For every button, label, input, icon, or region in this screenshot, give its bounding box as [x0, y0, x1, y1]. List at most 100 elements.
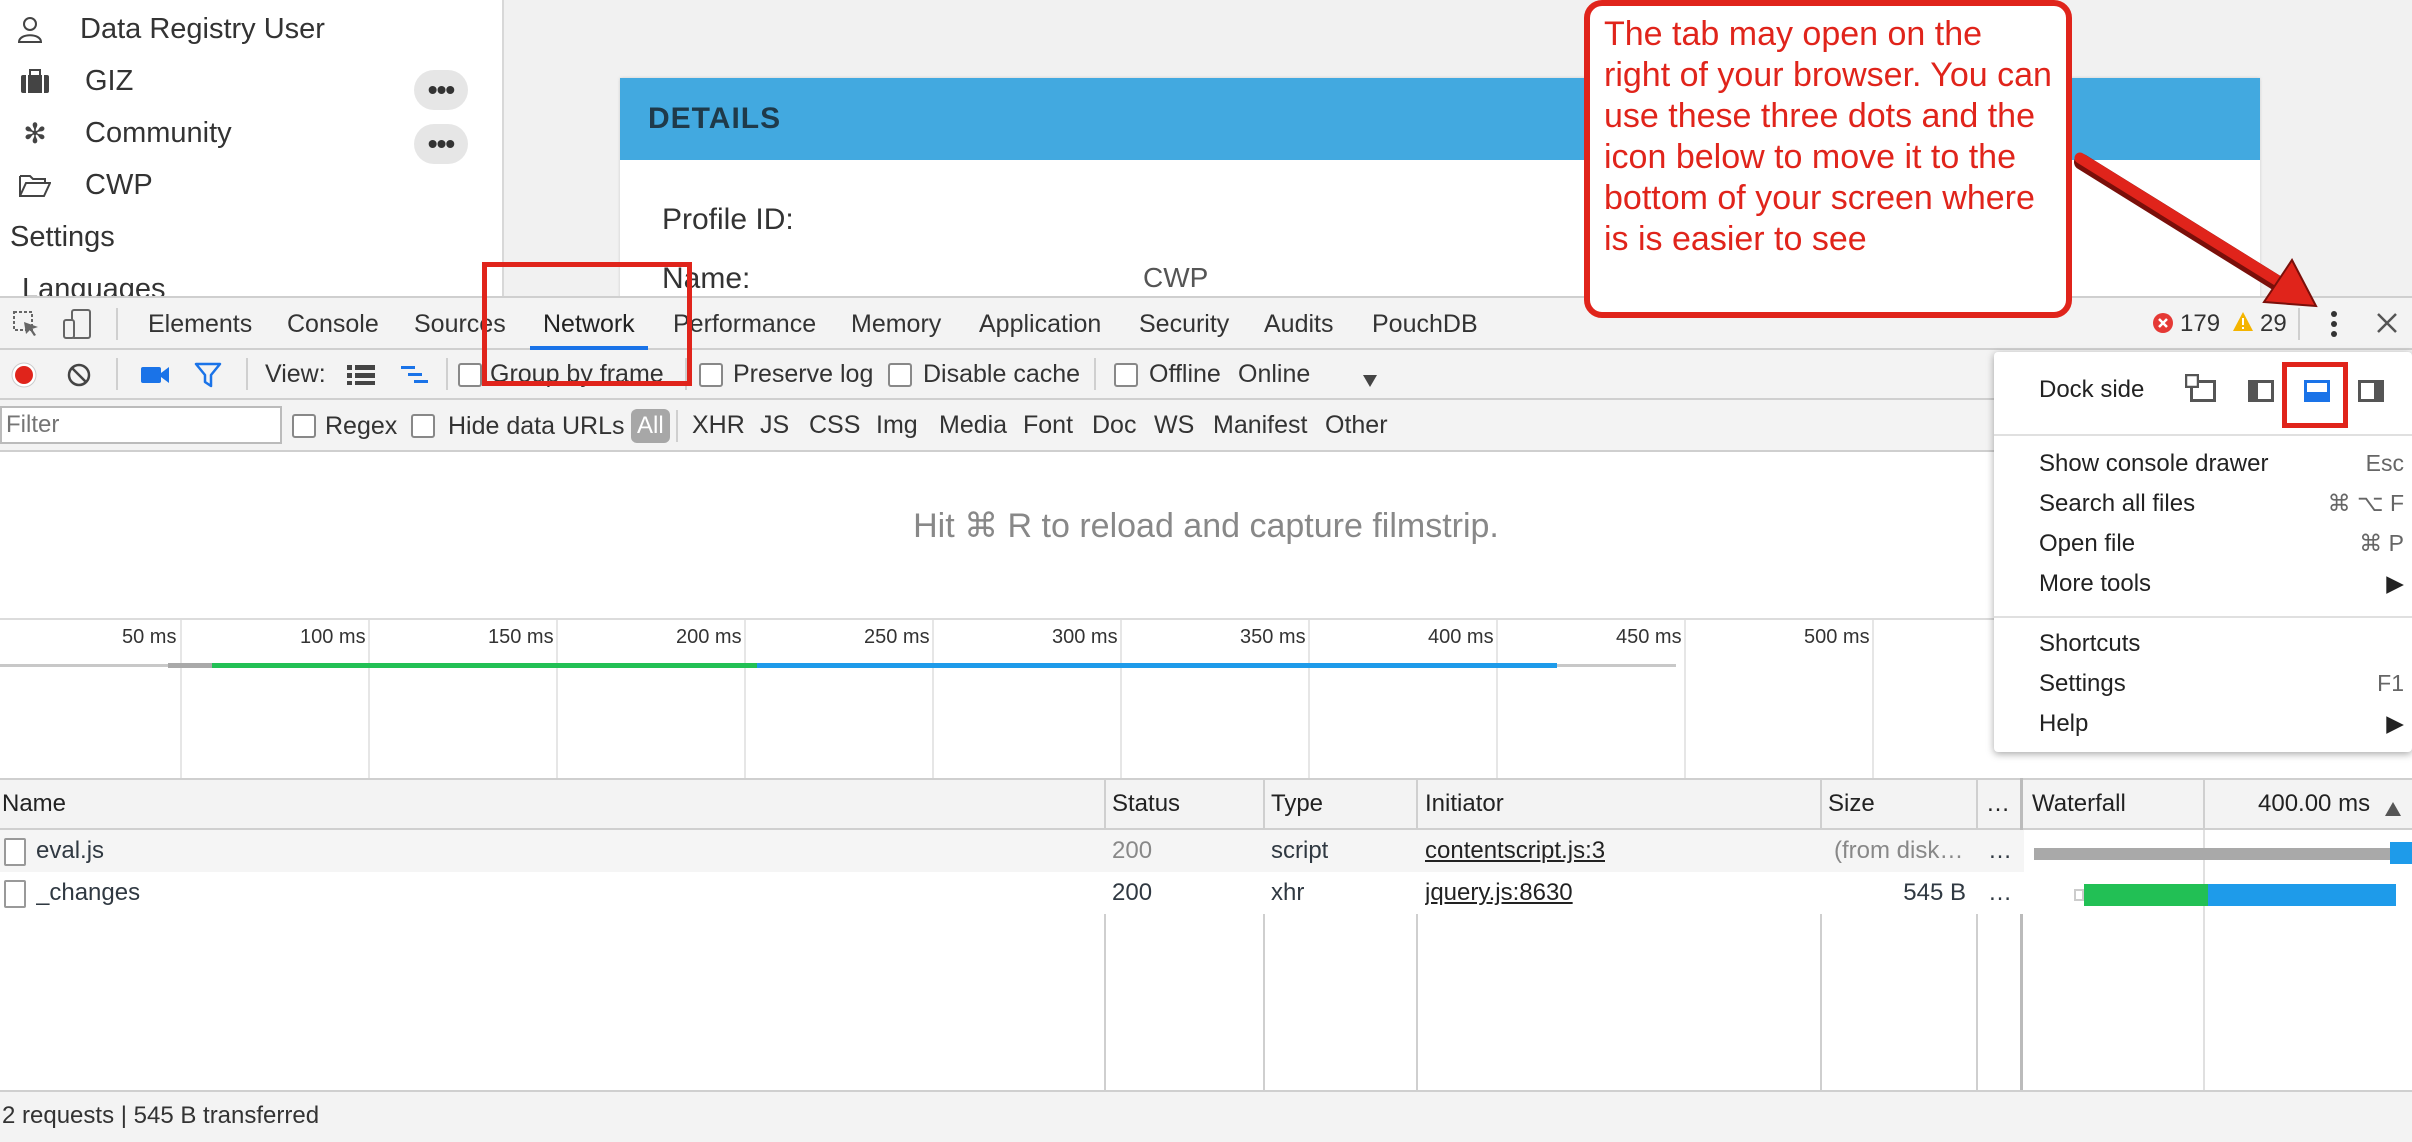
sidebar-item-data-registry-user[interactable]: Data Registry User: [10, 4, 325, 54]
regex-checkbox[interactable]: [292, 414, 316, 438]
overview-gridline: [1308, 620, 1310, 778]
overview-tick: 250 ms: [864, 626, 930, 648]
type-filter-doc[interactable]: Doc: [1092, 400, 1136, 450]
overview-bar-queue: [168, 663, 212, 668]
request-size: 545 B: [1903, 879, 1966, 906]
filter-funnel-icon[interactable]: [194, 362, 222, 395]
column-waterfall[interactable]: Waterfall: [2032, 780, 2126, 828]
tab-security[interactable]: Security: [1139, 298, 1229, 350]
record-icon[interactable]: [11, 362, 37, 395]
type-filter-img[interactable]: Img: [876, 400, 918, 450]
column-size[interactable]: Size: [1828, 780, 1875, 828]
toolbar-separator: [116, 358, 118, 390]
disable-cache-label: Disable cache: [923, 360, 1081, 388]
inspect-element-icon[interactable]: [12, 310, 40, 343]
community-more-button[interactable]: •••: [414, 124, 468, 164]
table-row[interactable]: eval.js 200 script contentscript.js:3 (f…: [0, 830, 2024, 872]
clear-icon[interactable]: [66, 362, 92, 395]
request-status: 200: [1112, 837, 1153, 864]
request-initiator-link[interactable]: contentscript.js:3: [1425, 830, 1605, 872]
tab-memory[interactable]: Memory: [851, 298, 941, 350]
throttling-select[interactable]: Online: [1238, 350, 1310, 398]
group-by-frame-checkbox[interactable]: [458, 363, 482, 387]
request-initiator-link[interactable]: jquery.js:8630: [1425, 872, 1573, 914]
tab-audits[interactable]: Audits: [1264, 298, 1333, 350]
annotation-callout: The tab may open on the right of your br…: [1584, 0, 2072, 318]
tab-application[interactable]: Application: [979, 298, 1101, 350]
waterfall-header-divider: [2203, 778, 2205, 830]
xhr-file-icon: [4, 880, 26, 908]
sidebar-item-giz[interactable]: GIZ: [15, 56, 133, 106]
briefcase-icon: [15, 68, 55, 94]
menu-item-open-file[interactable]: Open file: [2039, 530, 2135, 558]
column-initiator[interactable]: Initiator: [1425, 780, 1504, 828]
large-rows-icon[interactable]: [346, 364, 376, 393]
type-filter-manifest[interactable]: Manifest: [1213, 400, 1307, 450]
column-divider: [1976, 778, 1978, 1090]
type-filter-font[interactable]: Font: [1023, 400, 1073, 450]
sidebar-settings[interactable]: Settings: [10, 212, 115, 262]
shortcut-settings: F1: [2377, 670, 2404, 696]
column-divider: [1820, 778, 1822, 1090]
type-filter-media[interactable]: Media: [939, 400, 1007, 450]
column-status[interactable]: Status: [1112, 780, 1180, 828]
menu-item-show-console-drawer[interactable]: Show console drawer: [2039, 450, 2268, 478]
type-filter-js[interactable]: JS: [760, 400, 789, 450]
type-filter-other[interactable]: Other: [1325, 400, 1388, 450]
menu-item-search-all-files[interactable]: Search all files: [2039, 490, 2195, 518]
overview-bar-waiting: [212, 663, 757, 668]
menu-item-help[interactable]: Help: [2039, 710, 2088, 738]
type-filter-all[interactable]: All: [631, 409, 670, 443]
toolbar-separator: [1094, 358, 1096, 390]
chevron-down-icon[interactable]: [1362, 366, 1378, 395]
preserve-log-label: Preserve log: [733, 360, 874, 388]
annotation-arrow: [2074, 152, 2318, 308]
tab-console[interactable]: Console: [287, 298, 379, 350]
filter-separator: [676, 410, 678, 442]
menu-item-more-tools[interactable]: More tools: [2039, 570, 2151, 598]
column-type[interactable]: Type: [1271, 780, 1323, 828]
overview-gridline: [744, 620, 746, 778]
overview-tick: 350 ms: [1240, 626, 1306, 648]
waterfall-view-icon[interactable]: [400, 364, 430, 393]
column-more[interactable]: …: [1986, 780, 2010, 828]
request-type: xhr: [1271, 879, 1305, 906]
sidebar-languages[interactable]: Languages: [22, 264, 166, 297]
type-filter-css[interactable]: CSS: [809, 400, 860, 450]
offline-checkbox[interactable]: [1114, 363, 1138, 387]
waterfall-time: 400.00 ms: [2258, 790, 2371, 817]
menu-item-settings[interactable]: Settings: [2039, 670, 2126, 698]
tab-performance[interactable]: Performance: [673, 298, 816, 350]
column-name[interactable]: Name: [2, 780, 66, 828]
hide-data-urls-checkbox[interactable]: [411, 414, 435, 438]
type-filter-ws[interactable]: WS: [1154, 400, 1194, 450]
waterfall-bar-download: [2208, 884, 2396, 906]
user-icon: [10, 15, 50, 43]
request-type: script: [1271, 837, 1329, 864]
dock-left-icon[interactable]: [2248, 380, 2274, 402]
type-filter-xhr[interactable]: XHR: [692, 400, 745, 450]
device-toolbar-icon[interactable]: [62, 308, 94, 345]
sort-ascending-icon[interactable]: [2384, 796, 2402, 824]
undock-icon[interactable]: [2185, 374, 2216, 402]
sidebar-item-label: GIZ: [85, 64, 134, 97]
preserve-log-checkbox[interactable]: [699, 363, 723, 387]
screenshot-camera-icon[interactable]: [140, 364, 170, 393]
tab-elements[interactable]: Elements: [148, 298, 252, 350]
disable-cache-checkbox[interactable]: [888, 363, 912, 387]
table-row[interactable]: _changes 200 xhr jquery.js:8630 545 B …: [0, 872, 2024, 914]
menu-item-shortcuts[interactable]: Shortcuts: [2039, 630, 2140, 658]
dock-right-icon[interactable]: [2358, 380, 2384, 402]
snowflake-icon: ✻: [23, 117, 47, 149]
menu-separator: [1994, 616, 2412, 618]
sidebar-item-cwp[interactable]: CWP: [15, 160, 153, 210]
column-divider: [1416, 778, 1418, 1090]
filter-input[interactable]: [0, 406, 282, 444]
sidebar-item-community[interactable]: ✻ Community: [15, 108, 231, 158]
tab-pouchdb[interactable]: PouchDB: [1372, 298, 1478, 350]
overview-gridline: [180, 620, 182, 778]
request-name: eval.js: [36, 837, 105, 864]
giz-more-button[interactable]: •••: [414, 70, 468, 110]
submenu-arrow-icon: ▶: [2386, 710, 2404, 736]
close-icon[interactable]: [2376, 312, 2398, 339]
